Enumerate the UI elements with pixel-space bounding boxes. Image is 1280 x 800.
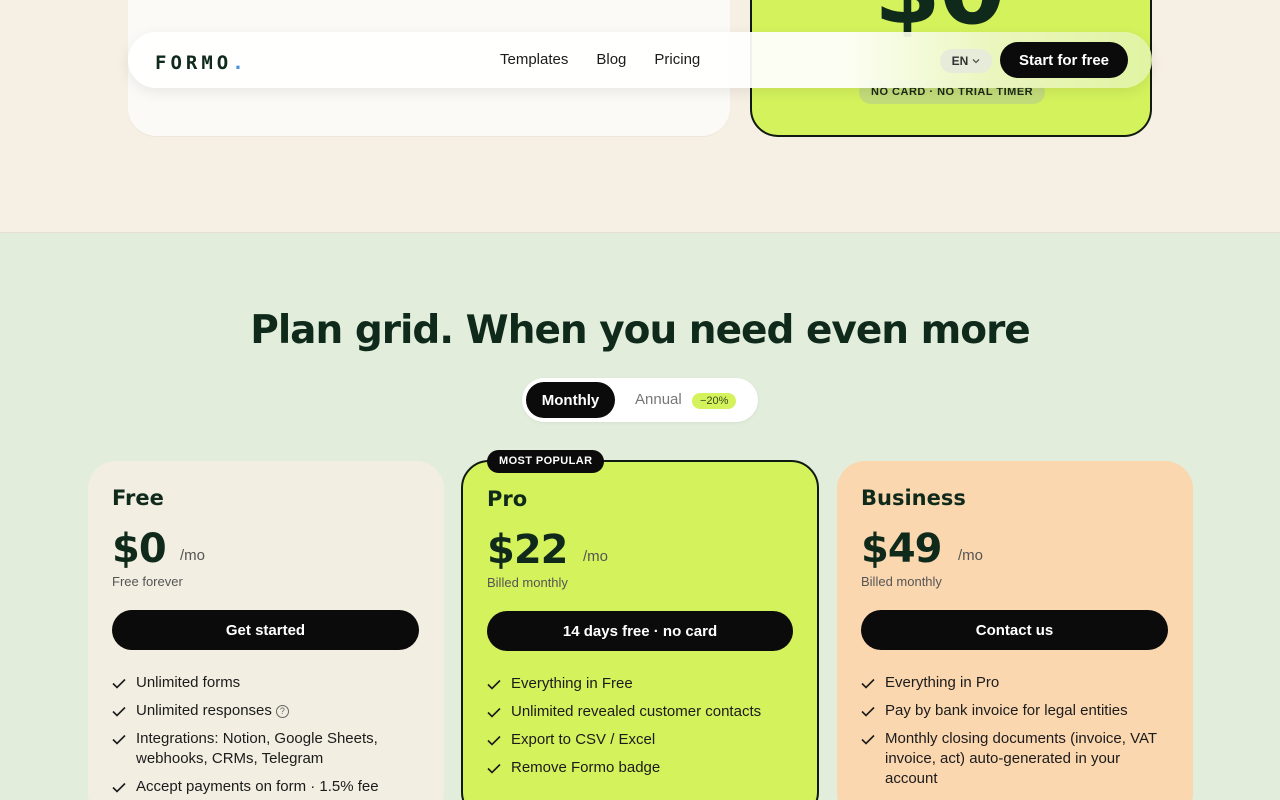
language-label: EN — [951, 54, 969, 68]
nav-link-templates[interactable]: Templates — [500, 51, 568, 68]
language-selector[interactable]: EN — [940, 49, 992, 73]
start-trial-button[interactable]: 14 days free · no card — [487, 611, 793, 651]
plan-card-pro: Pro $22 /mo Billed monthly 14 days free … — [461, 460, 819, 800]
list-item: Unlimited forms — [112, 673, 422, 693]
feature-text: Integrations: Notion, Google Sheets, web… — [136, 730, 378, 767]
top-nav: FORMO. Templates Blog Pricing EN Start f… — [128, 32, 1152, 88]
feature-list: Everything in Pro Pay by bank invoice fo… — [861, 673, 1171, 797]
billing-note: Billed monthly — [487, 575, 568, 590]
feature-list: Unlimited forms Unlimited responses? Int… — [112, 673, 422, 800]
logo-text: FORMO — [155, 52, 233, 74]
feature-text: Unlimited responses — [136, 702, 272, 719]
logo[interactable]: FORMO. — [155, 52, 248, 74]
price-period: /mo — [583, 548, 609, 565]
annual-discount-badge: −20% — [692, 393, 737, 409]
billing-note: Billed monthly — [861, 574, 942, 589]
plan-card-free: Free $0 /mo Free forever Get started Unl… — [88, 461, 444, 800]
feature-text: Export to CSV / Excel — [511, 731, 656, 748]
check-icon — [112, 673, 126, 693]
price-period: /mo — [180, 547, 206, 564]
check-icon — [487, 702, 501, 722]
check-icon — [861, 673, 875, 693]
info-icon[interactable]: ? — [275, 704, 289, 718]
plan-name: Free — [112, 486, 164, 510]
start-for-free-button[interactable]: Start for free — [1000, 42, 1128, 78]
list-item: Accept payments on form · 1.5% fee — [112, 777, 422, 797]
list-item: Monthly closing documents (invoice, VAT … — [861, 729, 1171, 789]
feature-text: Everything in Free — [511, 675, 633, 692]
check-icon — [112, 701, 126, 721]
get-started-button[interactable]: Get started — [112, 610, 419, 650]
list-item: Everything in Pro — [861, 673, 1171, 693]
chevron-down-icon — [972, 57, 980, 66]
check-icon — [112, 777, 126, 797]
list-item: Everything in Free — [487, 674, 797, 694]
check-icon — [861, 729, 875, 749]
toggle-monthly[interactable]: Monthly — [526, 382, 615, 418]
plan-card-business: Business $49 /mo Billed monthly Contact … — [837, 461, 1193, 800]
feature-text: Unlimited revealed customer contacts — [511, 703, 762, 720]
feature-text: Accept payments on form · 1.5% fee — [136, 778, 379, 795]
nav-links: Templates Blog Pricing — [500, 51, 700, 68]
list-item: Integrations: Notion, Google Sheets, web… — [112, 729, 422, 769]
list-item: Unlimited revealed customer contacts — [487, 702, 797, 722]
plan-name: Pro — [487, 487, 528, 511]
pricing-title: Plan grid. When you need even more — [250, 308, 1031, 353]
check-icon — [861, 701, 875, 721]
feature-text: Unlimited forms — [136, 674, 241, 691]
feature-text: Remove Formo badge — [511, 759, 661, 776]
check-icon — [487, 674, 501, 694]
list-item: Unlimited responses? — [112, 701, 422, 721]
billing-toggle: Monthly Annual −20% — [522, 378, 758, 422]
plan-price: $49 — [861, 526, 942, 572]
most-popular-badge: MOST POPULAR — [487, 450, 605, 473]
logo-dot: . — [232, 52, 248, 74]
check-icon — [112, 729, 126, 749]
contact-us-button[interactable]: Contact us — [861, 610, 1168, 650]
toggle-annual[interactable]: Annual — [635, 391, 682, 408]
list-item: Pay by bank invoice for legal entities — [861, 701, 1171, 721]
price-period: /mo — [958, 547, 984, 564]
plan-name: Business — [861, 486, 966, 510]
feature-text: Monthly closing documents (invoice, VAT … — [885, 730, 1157, 787]
nav-link-pricing[interactable]: Pricing — [654, 51, 700, 68]
check-icon — [487, 730, 501, 750]
list-item: Export to CSV / Excel — [487, 730, 797, 750]
feature-list: Everything in Free Unlimited revealed cu… — [487, 674, 797, 786]
plan-price: $22 — [487, 527, 568, 573]
check-icon — [487, 758, 501, 778]
nav-link-blog[interactable]: Blog — [596, 51, 626, 68]
billing-note: Free forever — [112, 574, 183, 589]
list-item: Remove Formo badge — [487, 758, 797, 778]
plan-price: $0 — [112, 526, 167, 572]
feature-text: Everything in Pro — [885, 674, 1000, 691]
feature-text: Pay by bank invoice for legal entities — [885, 702, 1128, 719]
